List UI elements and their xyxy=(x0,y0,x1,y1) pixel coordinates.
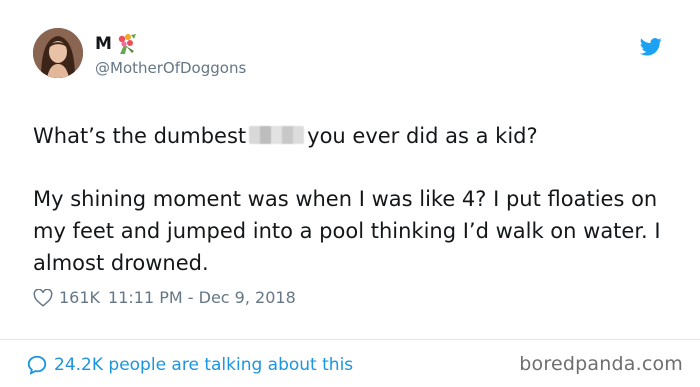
tweet-line1-before: What’s the dumbest xyxy=(33,124,247,148)
like-count[interactable]: 161K xyxy=(59,288,100,307)
tweet-meta: 161K 11:11 PM - Dec 9, 2018 xyxy=(33,288,296,307)
display-name[interactable]: M xyxy=(95,32,138,56)
timestamp[interactable]: 11:11 PM - Dec 9, 2018 xyxy=(108,288,296,307)
tweet-card: M @MotherOfDoggons What’s the dumbest you… xyxy=(0,0,700,387)
boredpanda-watermark: boredpanda.com xyxy=(519,353,683,375)
tweet-line1-after: you ever did as a kid? xyxy=(307,124,538,148)
avatar[interactable] xyxy=(33,28,83,78)
user-handle[interactable]: @MotherOfDoggons xyxy=(95,59,246,77)
flower-bouquet-icon xyxy=(114,32,138,56)
twitter-bird-icon[interactable] xyxy=(640,37,662,57)
display-name-text[interactable]: M xyxy=(95,34,112,54)
tweet-paragraph-1: What’s the dumbest you ever did as a kid? xyxy=(33,120,673,152)
tweet-text: What’s the dumbest you ever did as a kid?… xyxy=(33,120,673,279)
censored-word xyxy=(249,126,305,144)
speech-bubble-icon xyxy=(27,355,47,375)
heart-icon[interactable] xyxy=(33,288,53,307)
tweet-paragraph-2: My shining moment was when I was like 4?… xyxy=(33,187,661,275)
talking-text[interactable]: 24.2K people are talking about this xyxy=(54,355,353,375)
talking-link[interactable]: 24.2K people are talking about this xyxy=(26,354,353,376)
divider xyxy=(0,339,700,340)
